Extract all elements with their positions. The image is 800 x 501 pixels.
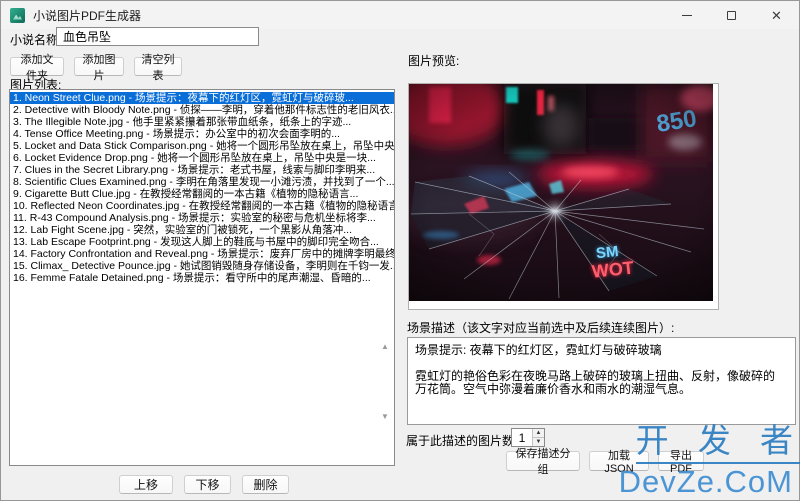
maximize-button[interactable] (709, 1, 754, 29)
list-item[interactable]: 13. Lab Escape Footprint.png - 发现这人脚上的鞋底… (10, 236, 394, 248)
close-icon: ✕ (771, 7, 782, 23)
scroll-down-icon[interactable]: ▼ (380, 413, 390, 421)
list-item[interactable]: 11. R-43 Compound Analysis.png - 场景提示：实验… (10, 212, 394, 224)
export-pdf-button[interactable]: 导出PDF (658, 450, 704, 475)
window-title: 小说图片PDF生成器 (33, 8, 142, 23)
preview-image: 850 (409, 84, 713, 301)
list-item[interactable]: 8. Scientific Clues Examined.png - 李明在角落… (10, 176, 394, 188)
titlebar: 小说图片PDF生成器 ✕ (1, 1, 799, 29)
list-item[interactable]: 1. Neon Street Clue.png - 场景提示：夜幕下的红灯区，霓… (10, 92, 394, 104)
app-icon (10, 7, 25, 23)
list-item[interactable]: 6. Locket Evidence Drop.png - 她将一个圆形吊坠放在… (10, 152, 394, 164)
clear-list-button[interactable]: 清空列表 (134, 54, 182, 82)
novel-name-label: 小说名称: (10, 33, 62, 47)
list-item[interactable]: 4. Tense Office Meeting.png - 场景提示：办公室中的… (10, 128, 394, 140)
preview-image-frame: 850 (408, 83, 719, 310)
list-item[interactable]: 5. Locket and Data Stick Comparison.png … (10, 140, 394, 152)
count-value: 1 (518, 430, 526, 445)
app-window: 小说图片PDF生成器 ✕ 小说名称: 添加文件夹 添加图片 清空列表 图片列表:… (0, 0, 800, 501)
list-item[interactable]: 12. Lab Fight Scene.jpg - 突然，实验室的门被锁死，一个… (10, 224, 394, 236)
scroll-up-icon[interactable]: ▲ (380, 343, 390, 351)
list-item[interactable]: 9. Cigarette Butt Clue.jpg - 在教授经常翻阅的一本古… (10, 188, 394, 200)
novel-name-input[interactable] (56, 27, 259, 46)
maximize-icon (727, 10, 736, 20)
list-item[interactable]: 2. Detective with Bloody Note.png - 侦探——… (10, 104, 394, 116)
list-actions: 上移 下移 删除 (119, 475, 289, 494)
move-down-button[interactable]: 下移 (184, 475, 231, 494)
list-item[interactable]: 15. Climax_ Detective Pounce.jpg - 她试图销毁… (10, 260, 394, 272)
save-description-group-button[interactable]: 保存描述分组 (506, 448, 580, 476)
list-item[interactable]: 7. Clues in the Secret Library.png - 场景提… (10, 164, 394, 176)
description-label: 场景描述（该文字对应当前选中及后续连续图片）: (407, 321, 675, 335)
preview-label: 图片预览: (408, 54, 460, 68)
move-up-button[interactable]: 上移 (119, 475, 173, 494)
close-button[interactable]: ✕ (754, 1, 799, 29)
add-folder-button[interactable]: 添加文件夹 (10, 54, 64, 82)
action-row: 保存描述分组 加载JSON 导出PDF (506, 448, 704, 476)
spin-up-icon[interactable]: ▲ (533, 429, 544, 438)
image-listbox[interactable]: 1. Neon Street Clue.png - 场景提示：夜幕下的红灯区，霓… (9, 89, 395, 466)
delete-button[interactable]: 删除 (242, 475, 289, 494)
add-images-button[interactable]: 添加图片 (74, 54, 124, 82)
list-item[interactable]: 16. Femme Fatale Detained.png - 场景提示：看守所… (10, 272, 394, 284)
spin-arrows: ▲ ▼ (532, 429, 544, 446)
minimize-icon (681, 14, 692, 16)
toolbar: 添加文件夹 添加图片 清空列表 (10, 54, 182, 82)
list-item[interactable]: 3. The Illegible Note.jpg - 他手里紧紧攥着那张带血纸… (10, 116, 394, 128)
window-controls: ✕ (664, 1, 799, 29)
minimize-button[interactable] (664, 1, 709, 29)
load-json-button[interactable]: 加载JSON (589, 450, 649, 475)
list-item[interactable]: 14. Factory Confrontation and Reveal.png… (10, 248, 394, 260)
list-item[interactable]: 10. Reflected Neon Coordinates.jpg - 在教授… (10, 200, 394, 212)
description-textarea[interactable]: 场景提示: 夜幕下的红灯区，霓虹灯与破碎玻璃 霓虹灯的艳俗色彩在夜晚马路上破碎的… (407, 337, 796, 425)
